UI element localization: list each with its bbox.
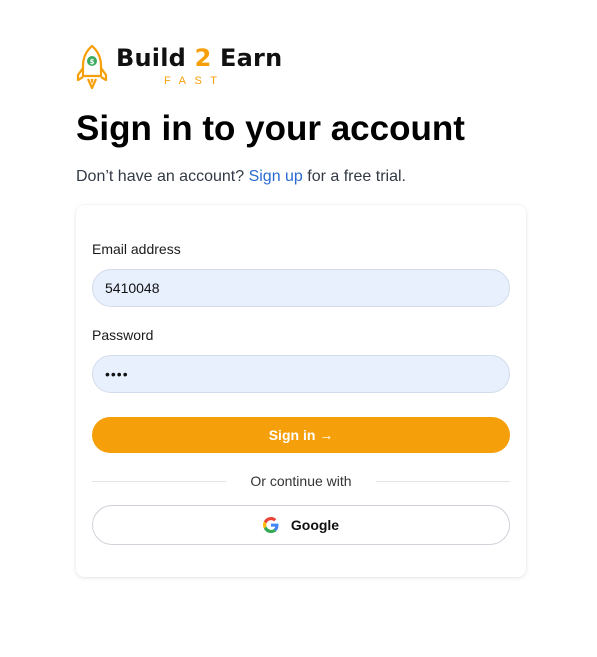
brand-wordmark: Build 2 Earn FAST [116, 44, 282, 87]
divider-line-right [376, 481, 510, 482]
email-field[interactable] [92, 269, 510, 307]
brand-logo[interactable]: $ Build 2 Earn FAST [76, 44, 282, 90]
email-label: Email address [92, 241, 181, 257]
rocket-icon: $ [76, 44, 108, 90]
oauth-divider: Or continue with [92, 472, 510, 490]
signup-prompt: Don’t have an account? Sign up for a fre… [76, 167, 406, 187]
signup-prompt-prefix: Don’t have an account? [76, 168, 249, 185]
signup-prompt-suffix: for a free trial. [302, 168, 406, 185]
google-icon [262, 517, 279, 533]
sign-in-card: Email address Password Sign in → Or cont… [76, 205, 526, 577]
sign-in-page: $ Build 2 Earn FAST Sign in to your acco… [0, 0, 597, 657]
brand-name-accent: 2 [194, 44, 212, 72]
page-title: Sign in to your account [76, 109, 465, 148]
svg-text:$: $ [90, 58, 95, 66]
sign-in-button[interactable]: Sign in → [92, 417, 510, 453]
signup-link[interactable]: Sign up [249, 168, 303, 185]
password-label: Password [92, 327, 154, 343]
brand-tagline: FAST [164, 75, 226, 87]
brand-name-part2: Earn [211, 44, 283, 72]
brand-name-part1: Build [116, 44, 195, 72]
password-field[interactable] [92, 355, 510, 393]
google-button-label: Google [290, 517, 340, 533]
google-sign-in-button[interactable]: Google [92, 505, 510, 545]
brand-name: Build 2 Earn [116, 44, 282, 72]
